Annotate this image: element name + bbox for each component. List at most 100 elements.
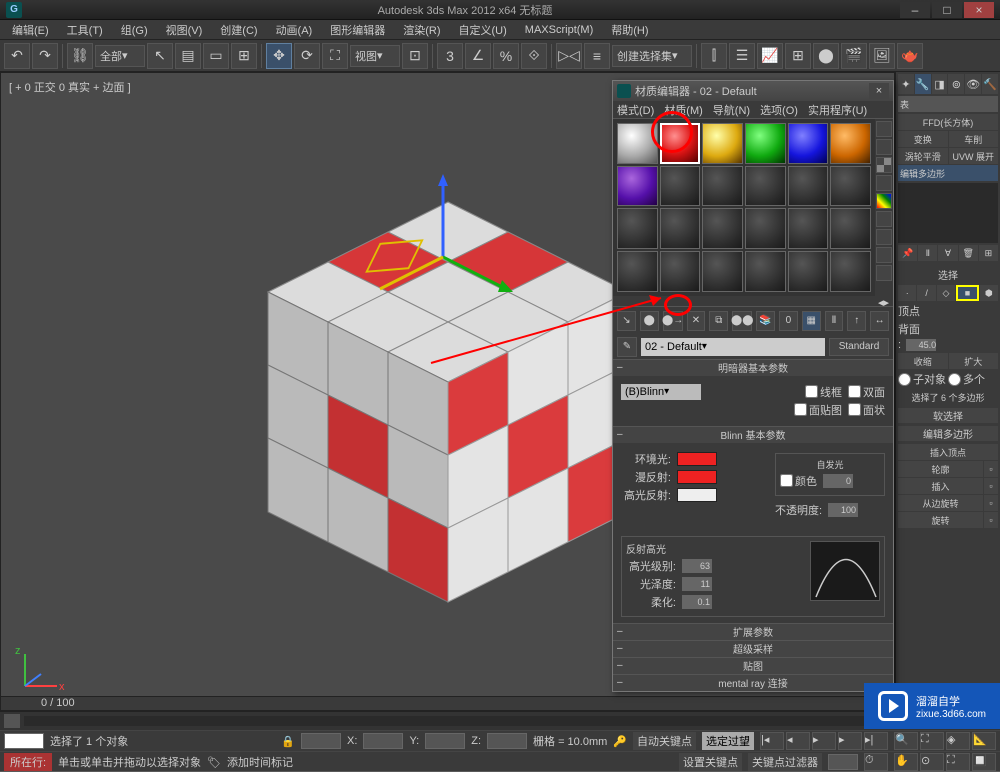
make-unique-button[interactable]: ⬤⬤ [732,311,752,331]
editpoly-rollout[interactable]: 编辑多边形 [898,426,998,441]
me-menu-options[interactable]: 选项(O) [760,102,798,118]
many-radio[interactable] [948,373,961,386]
pan-button[interactable]: ✋ [894,753,918,771]
next-frame-button[interactable]: ▸ [838,732,862,750]
menu-edit[interactable]: 编辑(E) [4,20,57,40]
show-in-viewport-button[interactable]: ▦ [802,311,821,331]
sample-slot-11[interactable] [788,166,829,207]
twoside-check[interactable] [848,385,861,398]
minimize-button[interactable]: ‒ [900,2,930,18]
maps-rollout[interactable]: 贴图 [613,658,893,674]
assign-to-selection-button[interactable]: ⬤→ [663,311,683,331]
put-to-scene-button[interactable]: ⬤ [640,311,659,331]
select-button[interactable]: ↖ [147,43,173,69]
show-end-result-button[interactable]: Ⅱ [825,311,844,331]
sample-slot-4[interactable] [745,123,786,164]
edge-subobj[interactable]: / [917,285,935,301]
sample-type-button[interactable] [876,121,892,137]
menu-tools[interactable]: 工具(T) [59,20,111,40]
selkey-dropdown[interactable]: 选定过望 [702,732,754,750]
zoom-ext-button[interactable]: ◈ [946,732,970,750]
scale-button[interactable]: ⛶ [322,43,348,69]
background-button[interactable] [876,157,892,173]
diffuse-swatch[interactable] [677,470,717,484]
rotate-settings-button[interactable]: ▫ [984,512,998,528]
sample-slot-22[interactable] [745,251,786,292]
specular-swatch[interactable] [677,488,717,502]
mirror-button[interactable]: ▷◁ [556,43,582,69]
max-toggle-button[interactable]: ⛶ [946,753,970,771]
get-material-button[interactable]: ↘ [617,311,636,331]
sample-slot-9[interactable] [702,166,743,207]
sissample-slot-20[interactable] [660,251,701,292]
turbo-button[interactable]: 涡轮平滑 [898,148,948,164]
pivot-button[interactable]: ⊡ [402,43,428,69]
me-menu-mode[interactable]: 模式(D) [617,102,654,118]
config-button[interactable]: ⊞ [979,245,998,261]
grow-button[interactable]: 扩大 [949,353,999,369]
menu-help[interactable]: 帮助(H) [603,20,656,40]
sample-slot-23[interactable] [788,251,829,292]
material-id-button[interactable]: 0 [779,311,798,331]
render-button[interactable]: 🫖 [897,43,923,69]
spec-level-spinner[interactable] [682,559,712,573]
curve-editor-button[interactable]: 📈 [757,43,783,69]
redo-button[interactable]: ↷ [32,43,58,69]
vertex-subobj[interactable]: · [898,285,916,301]
subobj-radio[interactable] [898,373,911,386]
hierarchy-tab[interactable]: ◨ [932,74,948,94]
menu-grapheditor[interactable]: 图形编辑器 [322,20,393,40]
modify-tab[interactable]: 🔧 [915,74,931,94]
insert-settings-button[interactable]: ▫ [984,478,998,494]
display-tab[interactable]: 👁 [965,74,981,94]
menu-animation[interactable]: 动画(A) [268,20,321,40]
sample-slot-3[interactable] [702,123,743,164]
scroll-right-icon[interactable]: ▸ [883,296,889,306]
setkey-button[interactable]: 设置关键点 [679,753,742,771]
sample-slot-21[interactable] [702,251,743,292]
arc-rotate-button[interactable]: ⊙ [920,753,944,771]
pick-material-button[interactable]: ✎ [617,337,637,357]
shrink-button[interactable]: 收缩 [898,353,948,369]
goto-start-button[interactable]: |◂ [760,732,784,750]
shader-type-dropdown[interactable]: (B)Blinn ▾ [621,384,701,400]
unique-button[interactable]: ∀ [938,245,957,261]
render-setup-button[interactable]: 🎬 [841,43,867,69]
spinner-snap-button[interactable]: ⟐ [521,43,547,69]
snap-button[interactable]: 3 [437,43,463,69]
stack-editpoly-item[interactable]: 编辑多边形 [898,165,998,181]
sample-slot-10[interactable] [745,166,786,207]
ffd-button[interactable]: FFD(长方体) [898,114,998,130]
facemap-check[interactable] [794,403,807,416]
sample-slot-5[interactable] [788,123,829,164]
menu-create[interactable]: 创建(C) [212,20,265,40]
material-editor-close-button[interactable]: × [869,83,889,99]
go-sibling-button[interactable]: ↔ [870,311,889,331]
time-slider-rail[interactable]: 0 / 100 [1,696,894,710]
element-subobj[interactable]: ⬢ [980,285,998,301]
hinge-button[interactable]: 从边旋转 [898,495,983,511]
cube-model[interactable] [238,172,658,612]
autokey-button[interactable]: 自动关键点 [633,732,696,750]
utilities-tab[interactable]: 🔨 [982,74,998,94]
viewport-label[interactable]: [ + 0 正交 0 真实 + 边面 ] [9,79,131,95]
material-name-dropdown[interactable]: 02 - Default ▾ [641,338,825,356]
select-region-button[interactable]: ▭ [203,43,229,69]
keyfilter-button[interactable]: 关键点过滤器 [748,753,822,771]
minilistener[interactable] [301,733,341,749]
make-copy-button[interactable]: ⧉ [709,311,728,331]
menu-rendering[interactable]: 渲染(R) [395,20,448,40]
close-button[interactable]: × [964,2,994,18]
me-menu-nav[interactable]: 导航(N) [713,102,750,118]
remove-mod-button[interactable]: 🗑 [959,245,978,261]
sample-slot-13[interactable] [617,208,658,249]
by-vertex-check[interactable]: 顶点 [898,303,920,319]
put-to-library-button[interactable]: 📚 [756,311,775,331]
ambient-swatch[interactable] [677,452,717,466]
ignore-backface-check[interactable]: 背面 [898,321,920,337]
angle-snap-button[interactable]: ∠ [465,43,491,69]
sample-uv-button[interactable] [876,175,892,191]
frame-input[interactable] [828,754,858,770]
menu-maxscript[interactable]: MAXScript(M) [517,22,601,38]
gloss-spinner[interactable] [682,577,712,591]
